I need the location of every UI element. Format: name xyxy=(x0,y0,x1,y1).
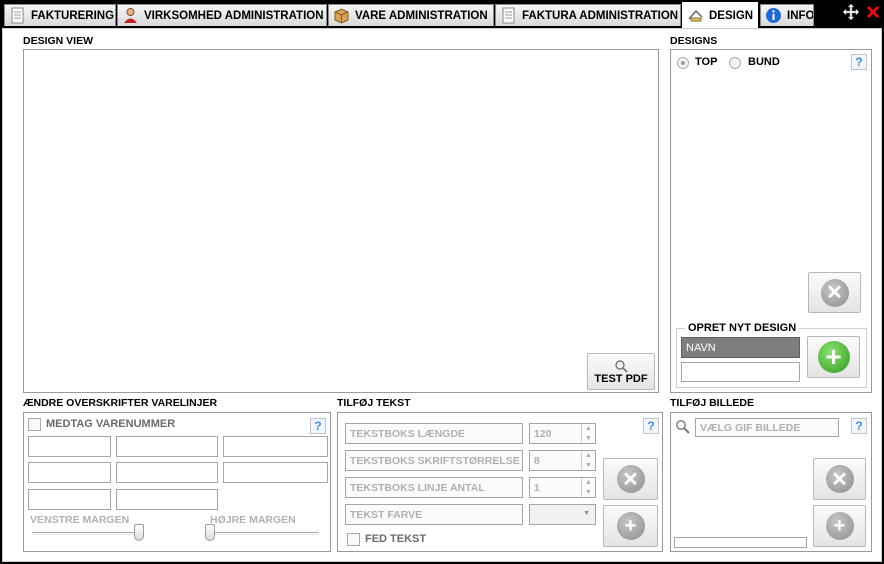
text-color-select[interactable]: ▼ xyxy=(529,504,596,525)
test-pdf-label: TEST PDF xyxy=(594,372,648,385)
move-window-button[interactable] xyxy=(841,2,861,22)
tab-label: INFO xyxy=(787,9,814,22)
delete-icon: ✕ xyxy=(820,278,849,307)
textbox-linecount-label: TEKSTBOKS LINJE ANTAL xyxy=(345,477,523,498)
include-number-checkbox[interactable] xyxy=(28,418,41,431)
bold-text-checkbox[interactable] xyxy=(347,533,360,546)
close-window-button[interactable] xyxy=(863,2,883,22)
headers-help-icon[interactable]: ? xyxy=(310,418,326,434)
magnifier-icon xyxy=(615,359,628,373)
delete-icon: ✕ xyxy=(616,465,645,493)
image-box: VÆLG GIF BILLEDE ? ✕ + xyxy=(670,412,872,552)
close-icon xyxy=(866,5,880,19)
design-view-canvas[interactable]: TEST PDF xyxy=(23,49,659,393)
user-icon xyxy=(124,8,137,23)
textbox-length-input[interactable]: 120 ▲ ▼ xyxy=(529,423,596,444)
image-progress-bar xyxy=(674,537,807,548)
header-field[interactable] xyxy=(223,436,328,457)
headers-title: ÆNDRE OVERSKRIFTER VARELINJER xyxy=(23,397,218,409)
radio-top-label: TOP xyxy=(695,56,718,68)
header-field[interactable] xyxy=(28,462,111,483)
new-design-title: OPRET NYT DESIGN xyxy=(685,322,800,334)
right-margin-label: HØJRE MARGEN xyxy=(210,514,296,526)
document-icon xyxy=(11,7,24,24)
header-field[interactable] xyxy=(28,489,111,510)
info-icon xyxy=(766,8,781,23)
right-margin-slider[interactable] xyxy=(205,524,215,541)
textbox-linecount-input[interactable]: 1 ▲ ▼ xyxy=(529,477,596,498)
tab-bar: FAKTURERING VIRKSOMHED ADMINISTRATION VA… xyxy=(0,0,884,28)
delete-design-button[interactable]: ✕ xyxy=(808,272,861,313)
textbox-fontsize-input[interactable]: 8 ▲ ▼ xyxy=(529,450,596,471)
image-help-icon[interactable]: ? xyxy=(851,418,867,434)
new-design-group: OPRET NYT DESIGN NAVN + xyxy=(676,322,867,388)
text-help-icon[interactable]: ? xyxy=(643,418,659,434)
text-title: TILFØJ TEKST xyxy=(337,397,411,409)
plus-icon: + xyxy=(825,512,854,540)
design-icon xyxy=(688,9,703,22)
textbox-length-value: 120 xyxy=(534,427,552,440)
headers-box: MEDTAG VARENUMMER ? VENSTRE MARGEN HØJRE… xyxy=(23,412,331,552)
add-design-button[interactable]: + xyxy=(807,336,860,378)
design-name-field[interactable]: NAVN xyxy=(681,337,800,358)
design-view-title: DESIGN VIEW xyxy=(23,35,94,47)
add-image-button[interactable]: + xyxy=(813,505,866,547)
textbox-length-stepper[interactable]: ▲ ▼ xyxy=(581,424,595,443)
tab-faktura-administration[interactable]: FAKTURA ADMINISTRATION xyxy=(495,4,681,26)
add-text-button[interactable]: + xyxy=(603,505,658,547)
designs-box: TOP BUND ? ✕ OPRET NYT DESIGN NAVN + xyxy=(670,49,872,393)
remove-image-button[interactable]: ✕ xyxy=(813,458,866,500)
text-color-label: TEKST FARVE xyxy=(345,504,523,525)
search-icon[interactable] xyxy=(675,419,691,435)
radio-top[interactable] xyxy=(677,57,689,69)
gif-image-field[interactable]: VÆLG GIF BILLEDE xyxy=(695,418,839,437)
tab-label: VIRKSOMHED ADMINISTRATION xyxy=(144,9,324,22)
tab-design[interactable]: DESIGN xyxy=(682,2,758,28)
plus-icon: + xyxy=(817,341,850,373)
header-field[interactable] xyxy=(116,489,218,510)
textbox-length-label: TEKSTBOKS LÆNGDE xyxy=(345,423,523,444)
remove-text-button[interactable]: ✕ xyxy=(603,458,658,500)
move-icon xyxy=(842,3,860,21)
image-title: TILFØJ BILLEDE xyxy=(670,397,754,409)
designs-help-icon[interactable]: ? xyxy=(851,54,867,70)
textbox-linecount-stepper[interactable]: ▲ ▼ xyxy=(581,478,595,497)
bold-text-label: FED TEKST xyxy=(365,533,427,545)
tab-label: FAKTURA ADMINISTRATION xyxy=(522,9,679,22)
radio-bund[interactable] xyxy=(729,57,741,69)
plus-icon: + xyxy=(616,512,645,540)
tab-vare-administration[interactable]: VARE ADMINISTRATION xyxy=(328,4,494,26)
design-secondary-field[interactable] xyxy=(681,362,800,382)
text-box: ? TEKSTBOKS LÆNGDE 120 ▲ ▼ TEKSTBOKS SKRI… xyxy=(337,412,663,552)
right-margin-track xyxy=(207,532,319,535)
test-pdf-button[interactable]: TEST PDF xyxy=(587,353,655,390)
textbox-fontsize-stepper[interactable]: ▲ ▼ xyxy=(581,451,595,470)
document-icon xyxy=(502,7,515,24)
header-field[interactable] xyxy=(116,436,218,457)
design-panel: DESIGN VIEW TEST PDF DESIGNS TOP BUND ? … xyxy=(2,28,882,562)
header-field[interactable] xyxy=(116,462,218,483)
left-margin-label: VENSTRE MARGEN xyxy=(30,514,130,526)
textbox-linecount-value: 1 xyxy=(534,481,540,494)
box-icon xyxy=(334,8,349,24)
left-margin-track xyxy=(32,532,144,535)
header-field[interactable] xyxy=(28,436,111,457)
delete-icon: ✕ xyxy=(825,465,854,493)
tab-label: FAKTURERING xyxy=(31,9,115,22)
tab-label: VARE ADMINISTRATION xyxy=(355,9,488,22)
include-number-label: MEDTAG VARENUMMER xyxy=(46,418,176,430)
textbox-fontsize-value: 8 xyxy=(534,454,540,467)
designs-title: DESIGNS xyxy=(670,35,718,47)
header-field[interactable] xyxy=(223,462,328,483)
tab-info[interactable]: INFO xyxy=(760,4,814,26)
textbox-fontsize-label: TEKSTBOKS SKRIFTSTØRRELSE xyxy=(345,450,523,471)
chevron-down-icon: ▼ xyxy=(583,510,590,517)
left-margin-slider[interactable] xyxy=(134,524,144,541)
tab-fakturering[interactable]: FAKTURERING xyxy=(4,4,116,26)
tab-virksomhed-administration[interactable]: VIRKSOMHED ADMINISTRATION xyxy=(117,4,327,26)
tab-label: DESIGN xyxy=(709,9,754,22)
radio-bund-label: BUND xyxy=(748,56,780,68)
